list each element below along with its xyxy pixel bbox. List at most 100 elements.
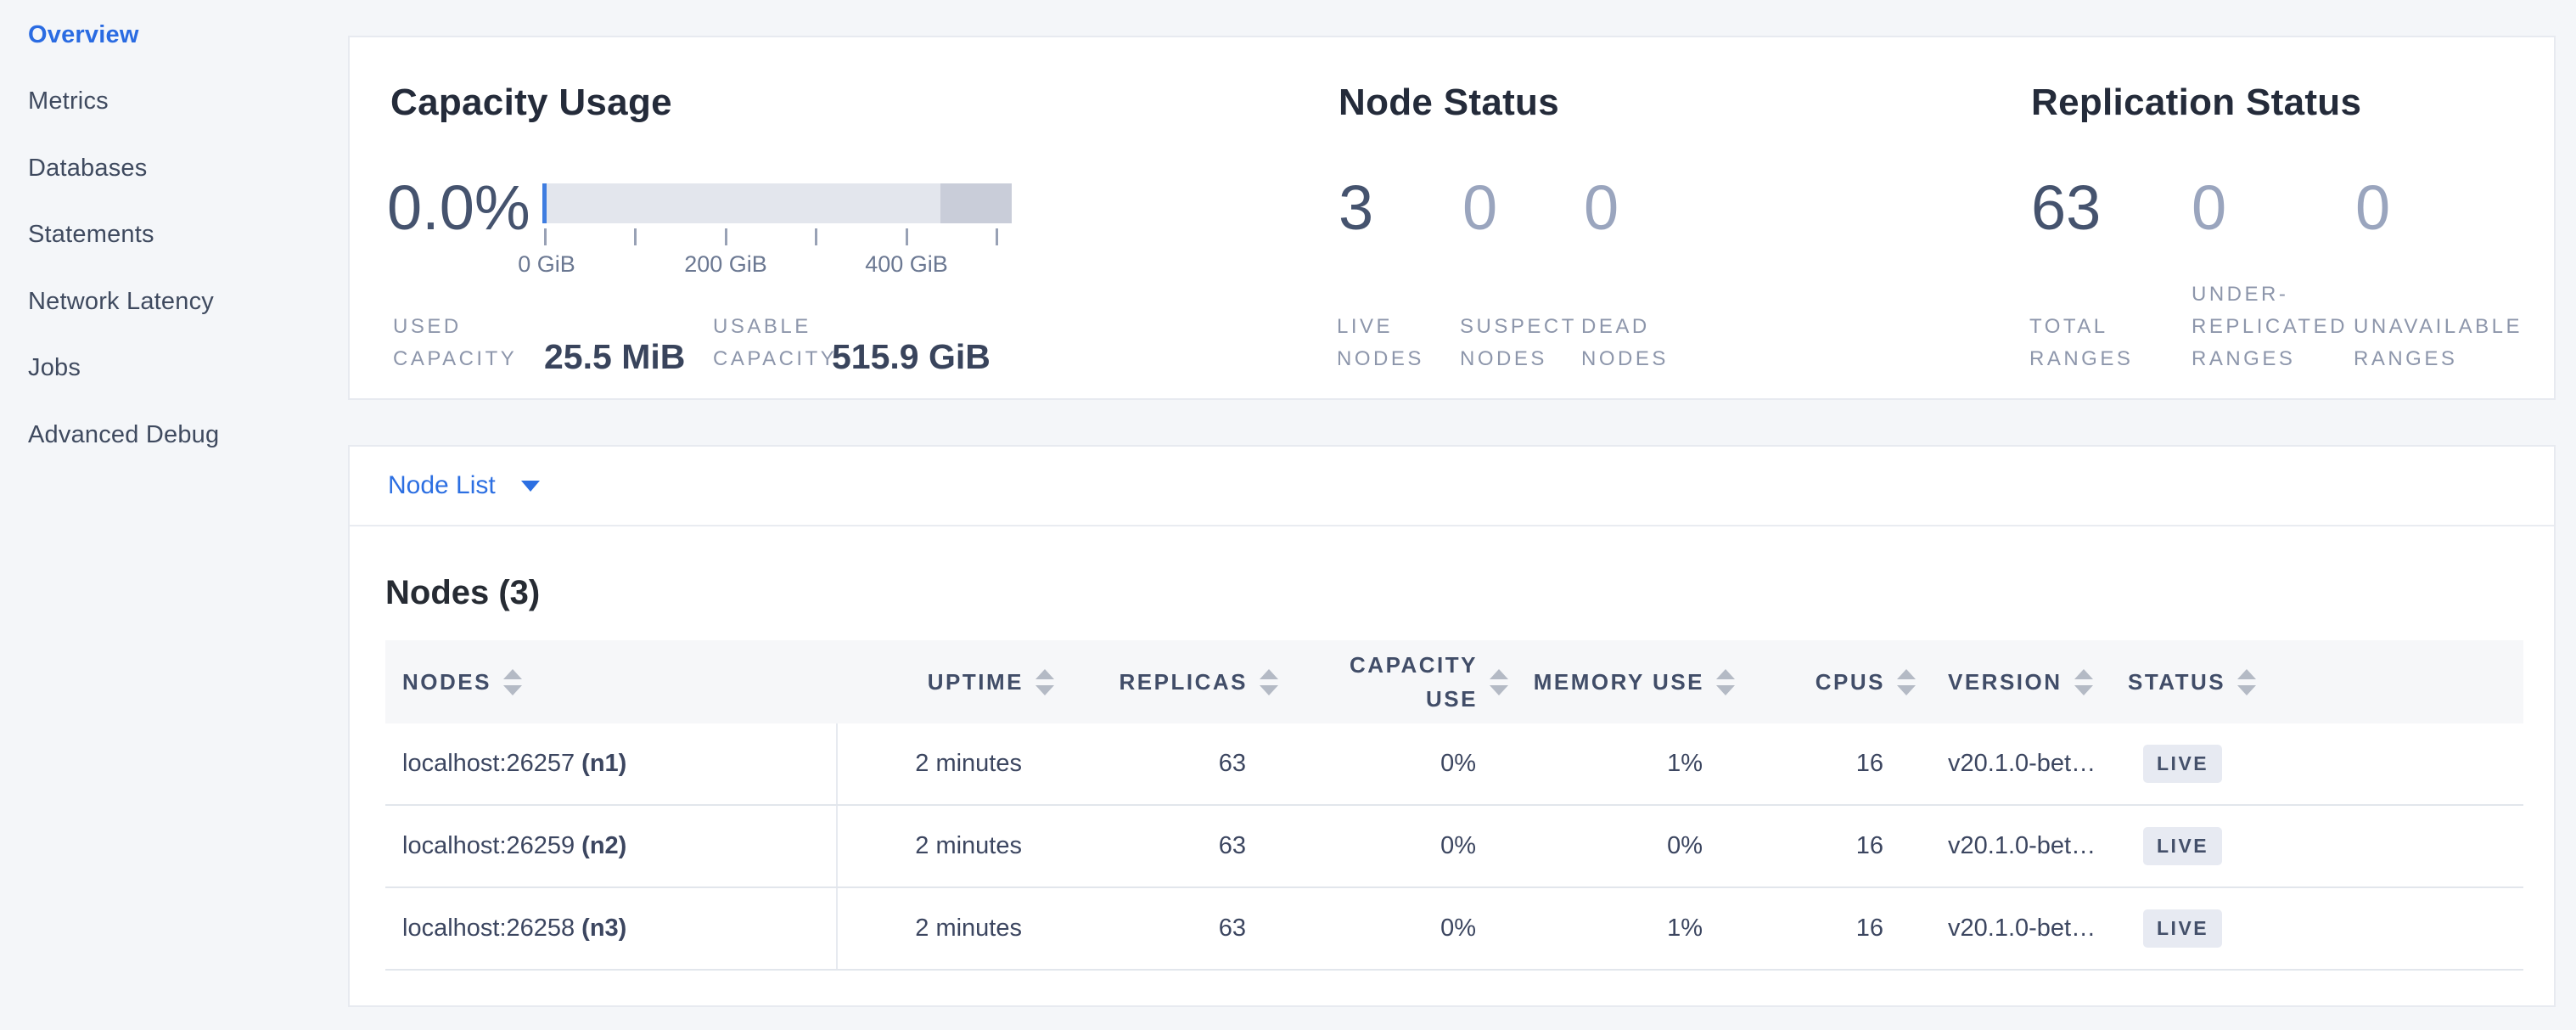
column-header-memory-use[interactable]: MEMORY USE xyxy=(1517,640,1743,723)
uptime-cell: 2 minutes xyxy=(838,723,1063,804)
sidebar-item-advanced-debug[interactable]: Advanced Debug xyxy=(28,402,325,469)
status-cell: LIVE xyxy=(2102,806,2523,886)
cluster-summary-card: Capacity Usage 0.0% 0 GiB 200 GiB 400 Gi… xyxy=(348,36,2556,400)
sidebar-item-overview[interactable]: Overview xyxy=(28,2,325,69)
status-badge: LIVE xyxy=(2143,827,2222,866)
unavailable-ranges-count: 0 xyxy=(2355,177,2390,239)
usable-capacity-label: USABLE CAPACITY xyxy=(713,311,837,375)
sidebar-item-databases[interactable]: Databases xyxy=(28,135,325,202)
column-label: STATUS xyxy=(2128,669,2225,695)
sort-arrows-icon xyxy=(1490,669,1508,695)
column-header-cpus[interactable]: CPUS xyxy=(1743,640,1924,723)
replicas-cell: 63 xyxy=(1063,723,1287,804)
column-header-nodes[interactable]: NODES xyxy=(385,640,838,723)
column-header-version[interactable]: VERSION xyxy=(1924,640,2102,723)
axis-tick xyxy=(634,228,637,245)
table-row: localhost:26259 (n2) 2 minutes 63 0% 0% … xyxy=(385,806,2523,888)
memory-use-cell: 1% xyxy=(1517,723,1743,804)
live-nodes-count: 3 xyxy=(1339,177,1373,239)
column-header-capacity-use[interactable]: CAPACITY USE xyxy=(1287,640,1517,723)
capacity-used-percent: 0.0% xyxy=(387,177,530,239)
uptime-cell: 2 minutes xyxy=(838,806,1063,886)
capacity-axis-labels: 0 GiB 200 GiB 400 GiB xyxy=(542,251,1012,280)
used-capacity-value: 25.5 MiB xyxy=(544,338,685,375)
column-label: CAPACITY USE xyxy=(1340,648,1478,716)
dead-nodes-label: DEAD NODES xyxy=(1581,311,1669,375)
sidebar-item-jobs[interactable]: Jobs xyxy=(28,335,325,402)
chevron-down-icon xyxy=(521,481,540,492)
column-header-status[interactable]: STATUS xyxy=(2102,640,2523,723)
column-label: CPUS xyxy=(1816,669,1885,695)
unavailable-ranges-label: UNAVAILABLE RANGES xyxy=(2354,311,2523,375)
version-cell: v20.1.0-bet… xyxy=(1924,723,2102,804)
table-row: localhost:26258 (n3) 2 minutes 63 0% 1% … xyxy=(385,888,2523,971)
sort-arrows-icon xyxy=(1716,669,1735,695)
capacity-use-cell: 0% xyxy=(1287,723,1517,804)
node-address-link[interactable]: localhost:26258 xyxy=(402,915,575,943)
cpus-cell: 16 xyxy=(1743,888,1924,969)
version-cell: v20.1.0-bet… xyxy=(1924,806,2102,886)
node-id: (n3) xyxy=(581,915,626,943)
node-address-cell: localhost:26258 (n3) xyxy=(385,888,838,969)
column-header-replicas[interactable]: REPLICAS xyxy=(1063,640,1287,723)
axis-tick-label: 0 GiB xyxy=(518,251,575,278)
uptime-cell: 2 minutes xyxy=(838,888,1063,969)
node-status-title: Node Status xyxy=(1339,82,1559,124)
total-ranges-label: TOTAL RANGES xyxy=(2029,311,2133,375)
node-address-cell: localhost:26257 (n1) xyxy=(385,723,838,804)
status-cell: LIVE xyxy=(2102,888,2523,969)
table-row: localhost:26257 (n1) 2 minutes 63 0% 1% … xyxy=(385,723,2523,806)
node-list-card: Node List Nodes (3) NODES UPTIME REPLICA… xyxy=(348,445,2556,1007)
sort-arrows-icon xyxy=(1897,669,1916,695)
node-address-link[interactable]: localhost:26257 xyxy=(402,750,575,778)
memory-use-cell: 1% xyxy=(1517,888,1743,969)
suspect-nodes-label: SUSPECT NODES xyxy=(1460,311,1577,375)
used-capacity-label: USED CAPACITY xyxy=(393,311,517,375)
cpus-cell: 16 xyxy=(1743,723,1924,804)
sidebar-item-statements[interactable]: Statements xyxy=(28,202,325,269)
column-label: MEMORY USE xyxy=(1534,669,1704,695)
replication-status-title: Replication Status xyxy=(2031,82,2361,124)
capacity-usage-title: Capacity Usage xyxy=(390,82,672,124)
sidebar-item-network-latency[interactable]: Network Latency xyxy=(28,268,325,335)
axis-tick xyxy=(996,228,998,245)
sort-arrows-icon xyxy=(1260,669,1278,695)
usable-capacity-value: 515.9 GiB xyxy=(832,338,991,375)
total-ranges-count: 63 xyxy=(2031,177,2101,239)
capacity-bar xyxy=(542,183,1012,223)
live-nodes-label: LIVE NODES xyxy=(1337,311,1424,375)
node-list-dropdown[interactable]: Node List xyxy=(388,471,540,500)
column-label: VERSION xyxy=(1948,669,2062,695)
under-replicated-ranges-count: 0 xyxy=(2192,177,2226,239)
capacity-use-cell: 0% xyxy=(1287,806,1517,886)
column-label: REPLICAS xyxy=(1120,669,1248,695)
nodes-heading: Nodes (3) xyxy=(385,574,540,612)
cpus-cell: 16 xyxy=(1743,806,1924,886)
axis-tick-label: 400 GiB xyxy=(865,251,948,278)
table-header-row: NODES UPTIME REPLICAS CAPACITY USE MEMOR… xyxy=(385,640,2523,723)
axis-tick xyxy=(725,228,727,245)
axis-tick-label: 200 GiB xyxy=(684,251,767,278)
node-id: (n1) xyxy=(581,750,626,778)
sort-arrows-icon xyxy=(503,669,522,695)
sort-arrows-icon xyxy=(2074,669,2093,695)
node-id: (n2) xyxy=(581,832,626,860)
axis-tick xyxy=(544,228,547,245)
status-badge: LIVE xyxy=(2143,745,2222,784)
sidebar: Overview Metrics Databases Statements Ne… xyxy=(28,2,325,469)
nodes-table: NODES UPTIME REPLICAS CAPACITY USE MEMOR… xyxy=(385,640,2523,971)
sidebar-item-metrics[interactable]: Metrics xyxy=(28,69,325,136)
version-cell: v20.1.0-bet… xyxy=(1924,888,2102,969)
status-cell: LIVE xyxy=(2102,723,2523,804)
replicas-cell: 63 xyxy=(1063,806,1287,886)
sort-arrows-icon xyxy=(1035,669,1054,695)
under-replicated-ranges-label: UNDER- REPLICATED RANGES xyxy=(2192,279,2348,375)
replicas-cell: 63 xyxy=(1063,888,1287,969)
sort-arrows-icon xyxy=(2237,669,2256,695)
capacity-bar-reserved-segment xyxy=(940,183,1012,223)
column-label: NODES xyxy=(402,669,491,695)
capacity-bar-used-segment xyxy=(542,183,547,223)
column-header-uptime[interactable]: UPTIME xyxy=(838,640,1063,723)
status-badge: LIVE xyxy=(2143,909,2222,948)
node-address-link[interactable]: localhost:26259 xyxy=(402,832,575,860)
